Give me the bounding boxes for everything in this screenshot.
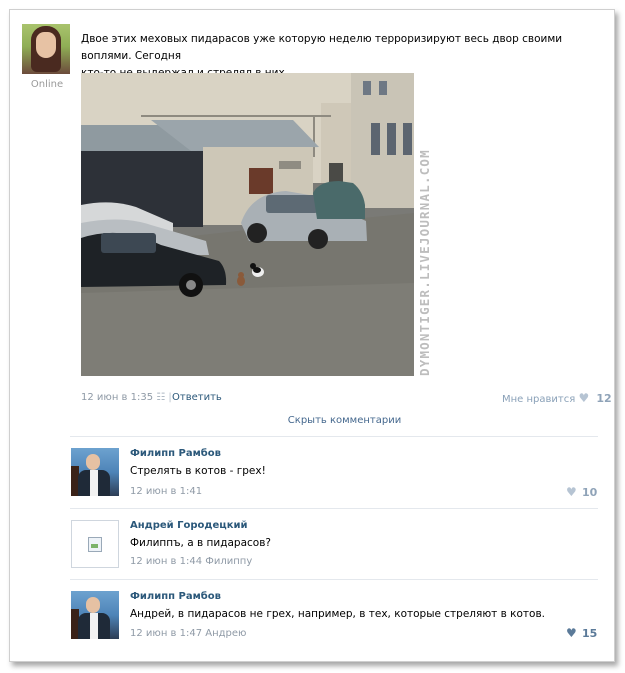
heart-icon: ♥ (578, 391, 590, 405)
like-label: Мне нравится (502, 394, 576, 405)
comment-timestamp: 12 июн в 1:47 Андрею (130, 628, 246, 639)
comment-like-button[interactable]: ♥ 15 (566, 626, 597, 640)
watermark-text: DYMONTIGER.LIVEJOURNAL.COM (417, 149, 432, 376)
comment-reply-to[interactable]: Андрею (205, 628, 246, 639)
comment-author[interactable]: Андрей Городецкий (130, 520, 248, 531)
heart-icon: ♥ (566, 485, 577, 499)
like-count: 12 (596, 392, 612, 405)
comment-text: Стрелять в котов - грех! (130, 465, 266, 477)
poster-avatar[interactable] (22, 24, 70, 74)
comment-avatar[interactable] (71, 448, 119, 496)
post-timestamp[interactable]: 12 июн в 1:35 ☷ | (81, 392, 172, 403)
post-text-line-1: Двое этих меховых пидарасов уже которую … (81, 33, 563, 62)
divider (70, 579, 598, 580)
comment-date-link[interactable]: 12 июн в 1:47 (130, 628, 202, 639)
like-count: 10 (581, 486, 598, 499)
post-like-button[interactable]: Мне нравится ♥ 12 (502, 391, 612, 405)
comment-author[interactable]: Филипп Рамбов (130, 591, 221, 602)
reply-link[interactable]: Ответить (172, 392, 222, 403)
broken-image-icon (88, 537, 102, 552)
divider (70, 508, 598, 509)
post-frame: Online Двое этих меховых пидарасов уже к… (9, 9, 615, 662)
hide-comments-button[interactable]: Скрыть комментарии (81, 413, 608, 428)
comment-text: Филиппъ, а в пидарасов? (130, 537, 271, 549)
comment-avatar-placeholder[interactable] (71, 520, 119, 568)
heart-icon: ♥ (566, 626, 577, 640)
comment-text: Андрей, в пидарасов не грех, например, в… (130, 608, 545, 620)
comment-timestamp: 12 июн в 1:44 Филиппу (130, 556, 252, 567)
comment-reply-to[interactable]: Филиппу (205, 556, 252, 567)
post-date-link[interactable]: 12 июн в 1:35 (81, 392, 153, 403)
comment-date-link[interactable]: 12 июн в 1:44 (130, 556, 202, 567)
like-count: 15 (581, 627, 598, 640)
online-status: Online (30, 79, 64, 90)
comment-like-button[interactable]: ♥ 10 (566, 485, 597, 499)
post-photo[interactable] (81, 73, 414, 376)
phone-icon: ☷ (156, 392, 166, 403)
comment-timestamp[interactable]: 12 июн в 1:41 (130, 486, 202, 497)
divider (70, 436, 598, 437)
comment-avatar[interactable] (71, 591, 119, 639)
comment-author[interactable]: Филипп Рамбов (130, 448, 221, 459)
